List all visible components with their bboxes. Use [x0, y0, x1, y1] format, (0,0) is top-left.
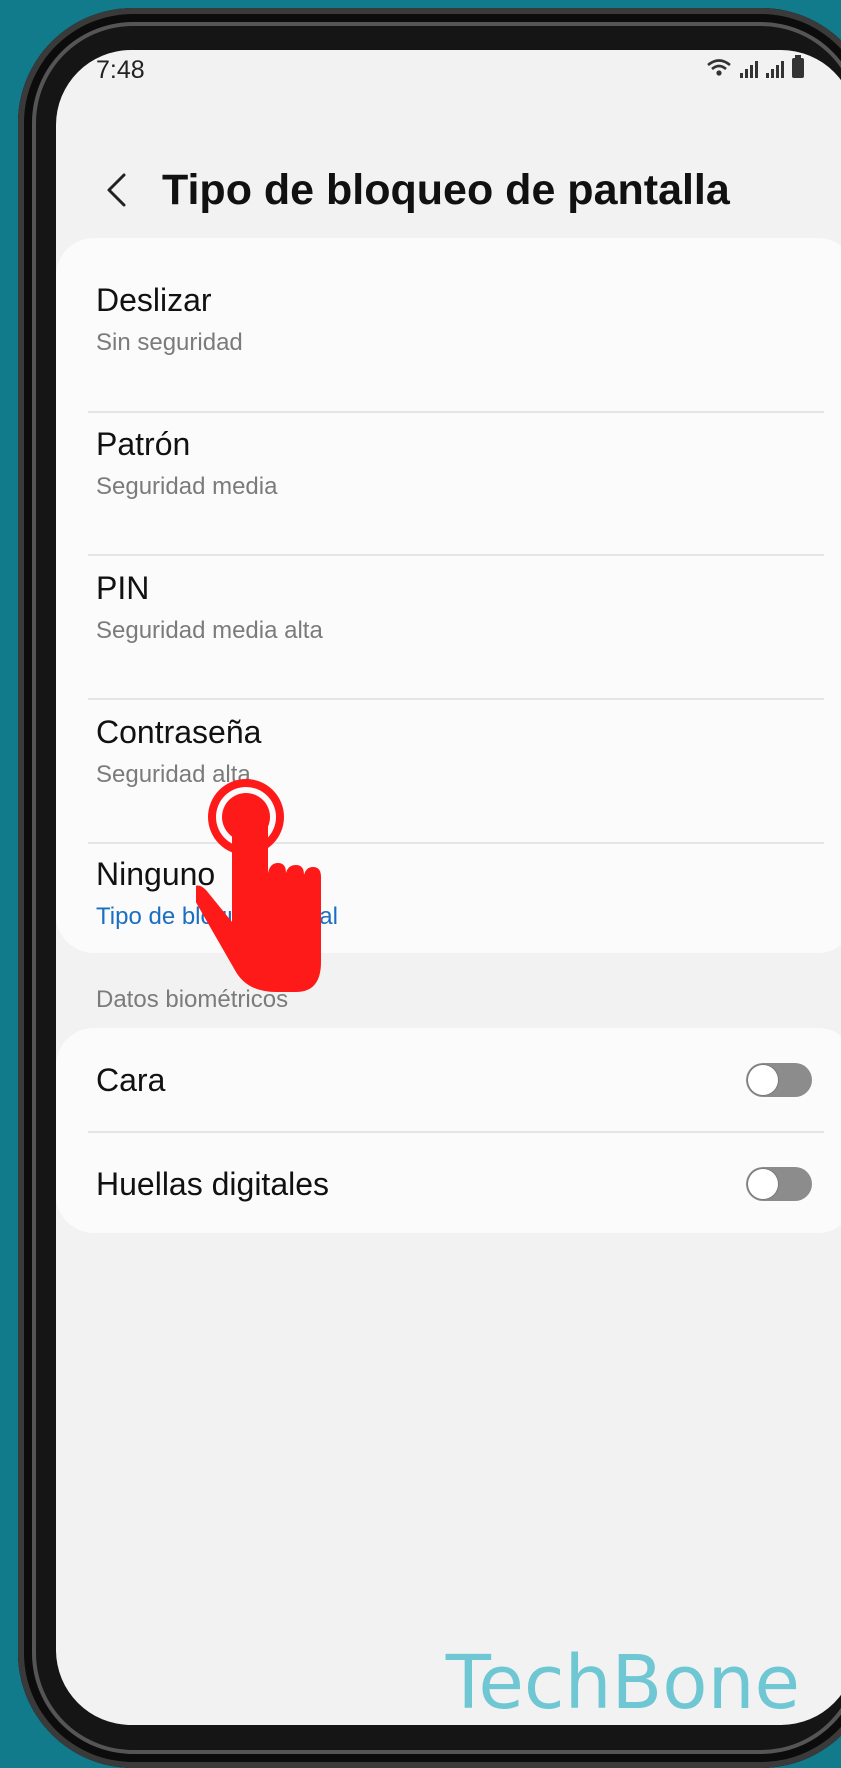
lock-option-title: Contraseña	[96, 714, 262, 750]
watermark-logo: TechBone	[445, 1640, 800, 1725]
divider	[88, 698, 824, 700]
lock-option-subtitle: Sin seguridad	[96, 329, 243, 356]
status-icons	[706, 55, 804, 78]
fingerprint-toggle[interactable]	[746, 1167, 812, 1201]
battery-icon	[792, 55, 804, 78]
biometric-face-row[interactable]: Cara	[96, 1028, 812, 1132]
page-title: Tipo de bloqueo de pantalla	[162, 165, 730, 214]
lock-option-pin[interactable]: PIN Seguridad media alta	[96, 570, 816, 645]
divider	[88, 411, 824, 413]
status-time: 7:48	[96, 56, 145, 84]
wifi-icon	[707, 59, 731, 76]
lock-option-subtitle: Seguridad media	[96, 473, 278, 500]
signal-icon	[740, 60, 758, 78]
status-bar: 7:48	[56, 50, 841, 100]
lock-option-title: PIN	[96, 570, 150, 606]
biometric-label: Cara	[96, 1061, 166, 1098]
chevron-left-icon	[107, 173, 126, 207]
header: Tipo de bloqueo de pantalla	[96, 155, 730, 225]
lock-option-title: Deslizar	[96, 282, 212, 318]
biometric-label: Huellas digitales	[96, 1165, 330, 1202]
divider	[88, 554, 824, 556]
toggle-knob	[748, 1169, 778, 1199]
tap-hand-icon	[196, 779, 321, 992]
lock-type-list: Deslizar Sin seguridad Patrón Seguridad …	[56, 238, 841, 953]
signal-icon-2	[766, 60, 784, 78]
biometric-fingerprint-row[interactable]: Huellas digitales	[96, 1132, 812, 1236]
lock-option-subtitle: Seguridad media alta	[96, 617, 323, 644]
lock-option-pattern[interactable]: Patrón Seguridad media	[96, 426, 816, 501]
lock-option-slide[interactable]: Deslizar Sin seguridad	[96, 282, 816, 357]
back-button[interactable]	[96, 170, 136, 210]
face-toggle[interactable]	[746, 1063, 812, 1097]
lock-option-title: Patrón	[96, 426, 191, 462]
phone-screen: 7:48 Tipo de bloqueo de pantalla Desliza…	[56, 50, 841, 1725]
biometrics-list: Cara Huellas digitales	[56, 1028, 841, 1233]
toggle-knob	[748, 1065, 778, 1095]
